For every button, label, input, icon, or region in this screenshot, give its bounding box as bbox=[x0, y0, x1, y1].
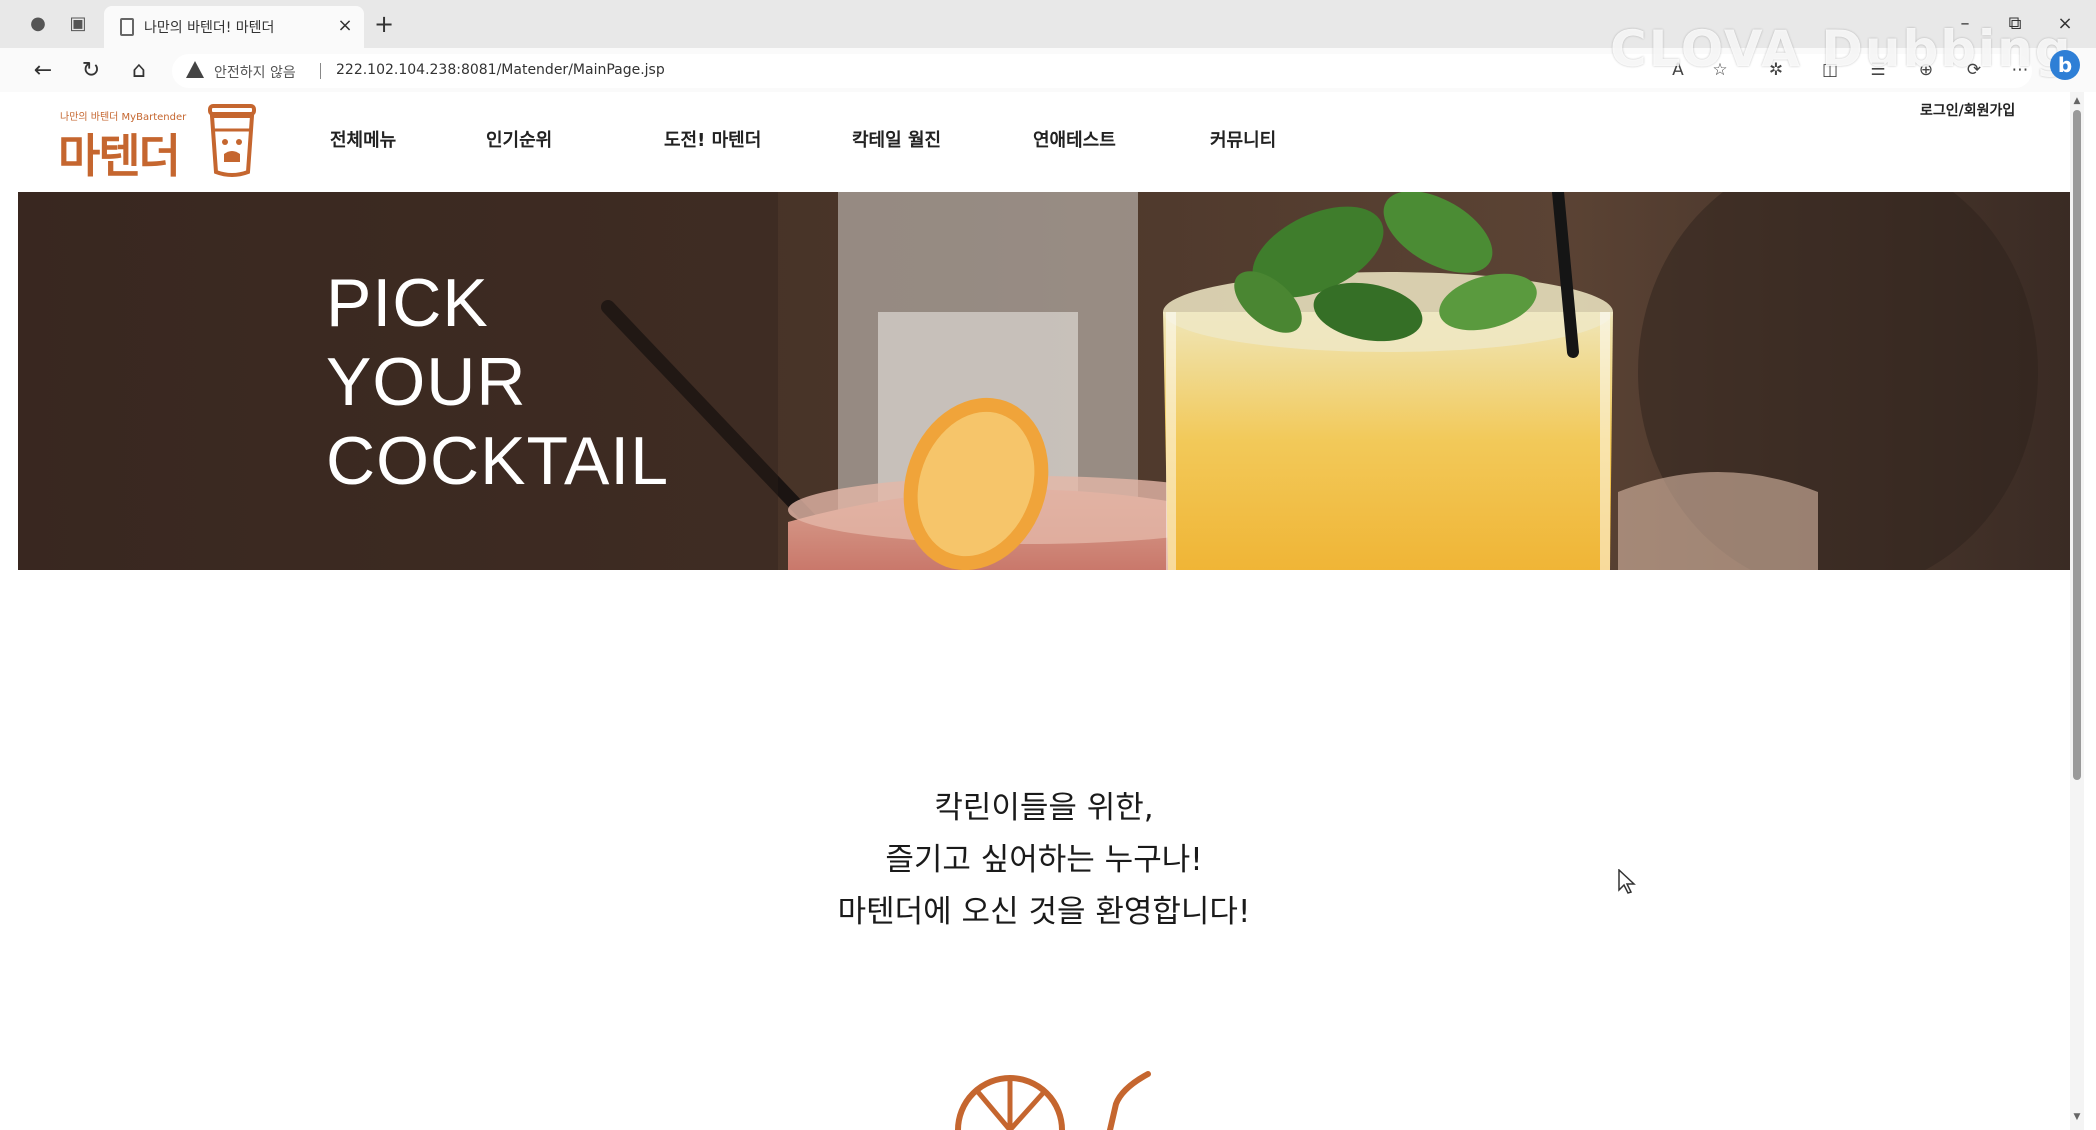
new-tab-icon[interactable]: + bbox=[370, 10, 398, 38]
logo-title: 마텐더 bbox=[58, 129, 181, 183]
bing-icon[interactable]: b bbox=[2050, 50, 2080, 80]
hero-line-1: PICK bbox=[326, 265, 489, 341]
back-icon[interactable]: ← bbox=[28, 56, 58, 86]
mouse-cursor-icon bbox=[1618, 869, 1636, 894]
scroll-down-icon[interactable]: ▼ bbox=[2071, 1110, 2083, 1124]
welcome-message: 칵린이들을 위한, 즐기고 싶어하는 누구나! 마텐더에 오신 것을 환영합니다… bbox=[18, 782, 2070, 938]
nav-all-menu[interactable]: 전체메뉴 bbox=[330, 126, 396, 152]
nav-magazine[interactable]: 칵테일 월진 bbox=[852, 126, 941, 152]
nav-community[interactable]: 커뮤니티 bbox=[1210, 126, 1276, 152]
lemon-slice-icon bbox=[955, 1071, 1151, 1130]
welcome-line-1: 칵린이들을 위한, bbox=[934, 790, 1154, 826]
cup-logo-icon bbox=[208, 104, 256, 177]
scroll-thumb[interactable] bbox=[2073, 110, 2081, 780]
hero-title: PICK YOUR COCKTAIL bbox=[326, 264, 669, 501]
url-separator bbox=[320, 63, 321, 79]
page-icon bbox=[120, 18, 134, 36]
hero-line-2: YOUR bbox=[326, 344, 527, 420]
hero-line-3: COCKTAIL bbox=[326, 423, 670, 499]
security-label[interactable]: 안전하지 않음 bbox=[214, 62, 296, 82]
nav-ranking[interactable]: 인기순위 bbox=[486, 126, 552, 152]
welcome-line-3: 마텐더에 오신 것을 환영합니다! bbox=[837, 894, 1251, 930]
warning-icon bbox=[186, 61, 204, 78]
welcome-line-2: 즐기고 싶어하는 누구나! bbox=[885, 842, 1203, 878]
hero-banner: PICK YOUR COCKTAIL bbox=[18, 192, 2070, 570]
home-icon[interactable]: ⌂ bbox=[124, 56, 154, 86]
tab-title: 나만의 바텐더! 마텐더 bbox=[144, 20, 275, 36]
scroll-up-icon[interactable]: ▲ bbox=[2071, 94, 2083, 108]
page-scrollbar[interactable]: ▲ ▼ bbox=[2070, 92, 2084, 1130]
url-text[interactable]: 222.102.104.238:8081/Matender/MainPage.j… bbox=[336, 62, 665, 78]
profile-icon[interactable]: ● bbox=[26, 12, 50, 36]
site-header: 나만의 바텐더 MyBartender 마텐더 전체메뉴 인기순위 도전! 마텐… bbox=[18, 92, 2070, 192]
nav-love-test[interactable]: 연애테스트 bbox=[1033, 126, 1116, 152]
login-signup-link[interactable]: 로그인/회원가입 bbox=[1920, 100, 2015, 120]
nav-challenge[interactable]: 도전! 마텐더 bbox=[664, 126, 761, 152]
site-logo[interactable]: 나만의 바텐더 MyBartender 마텐더 bbox=[58, 98, 268, 184]
watermark: CLOVA Dubbing bbox=[1610, 20, 2073, 78]
reload-icon[interactable]: ↻ bbox=[76, 56, 106, 86]
browser-tab[interactable]: 나만의 바텐더! 마텐더 × bbox=[104, 6, 364, 48]
page-viewport: 나만의 바텐더 MyBartender 마텐더 전체메뉴 인기순위 도전! 마텐… bbox=[18, 92, 2070, 1130]
close-icon[interactable]: × bbox=[334, 15, 356, 37]
workspaces-icon[interactable]: ▣ bbox=[66, 12, 90, 36]
